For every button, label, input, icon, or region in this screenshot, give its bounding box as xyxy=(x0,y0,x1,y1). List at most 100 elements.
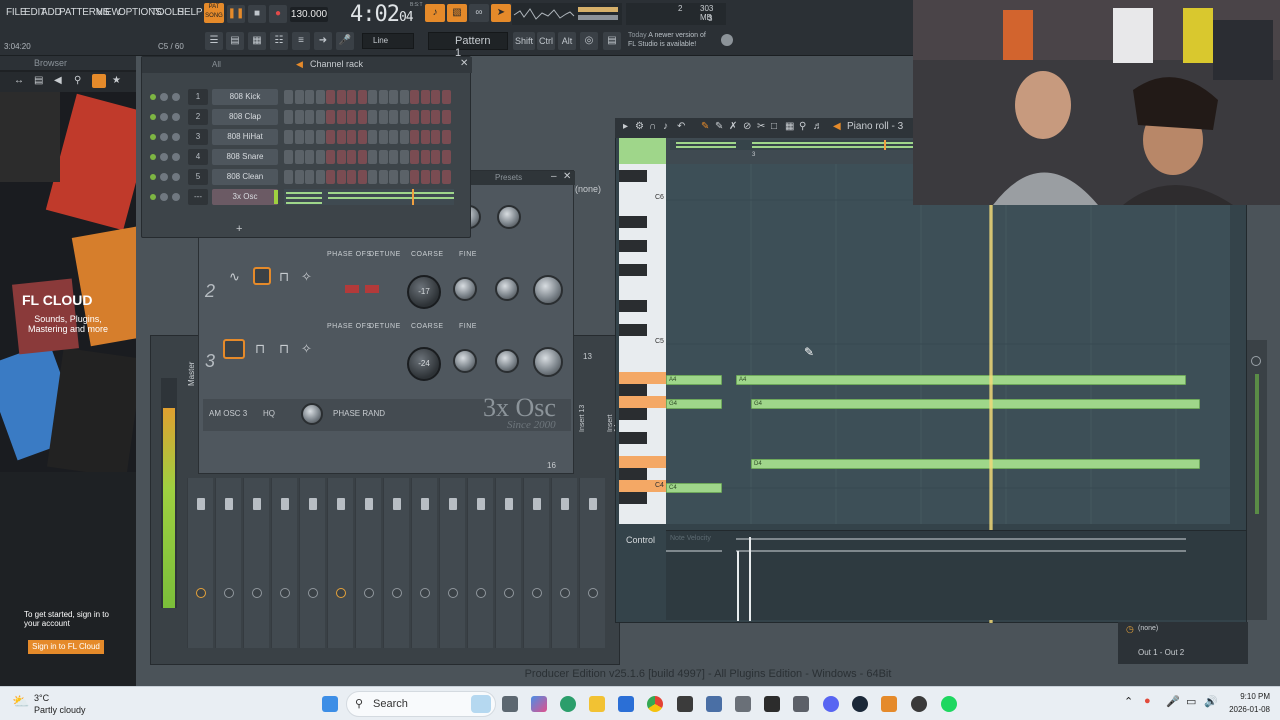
step-button[interactable] xyxy=(399,150,409,164)
step-button[interactable] xyxy=(357,90,367,104)
step-button[interactable] xyxy=(326,150,335,164)
pan-knob[interactable] xyxy=(252,588,262,598)
discord-icon[interactable] xyxy=(823,696,839,712)
step-button[interactable] xyxy=(420,110,430,124)
mixer-track[interactable] xyxy=(299,478,325,648)
step-button[interactable] xyxy=(441,150,451,164)
obs-icon[interactable] xyxy=(911,696,927,712)
weather-icon[interactable]: ⛅ xyxy=(12,693,29,710)
noise-wave-icon[interactable]: ✧ xyxy=(301,269,312,285)
step-edit-icon[interactable]: ▧ xyxy=(447,4,467,22)
step-button[interactable] xyxy=(431,150,440,164)
microphone-icon[interactable]: 🎤 xyxy=(336,32,354,50)
note[interactable]: A4 xyxy=(666,375,722,385)
step-button[interactable] xyxy=(284,90,293,104)
step-button[interactable] xyxy=(284,110,293,124)
volume-fader[interactable] xyxy=(197,498,205,510)
volume-knob-2[interactable] xyxy=(495,277,519,301)
black-key[interactable] xyxy=(619,216,647,228)
hq-label[interactable]: HQ xyxy=(263,409,275,418)
volume-fader[interactable] xyxy=(561,498,569,510)
step-button[interactable] xyxy=(315,110,325,124)
channel-rack-icon[interactable]: ▦ xyxy=(248,32,266,50)
edge-icon[interactable] xyxy=(560,696,576,712)
sine-wave-button[interactable] xyxy=(223,339,245,359)
black-key[interactable] xyxy=(619,264,647,276)
browser-icon[interactable]: ≡ xyxy=(292,32,310,50)
step-button[interactable] xyxy=(410,110,419,124)
step-button[interactable] xyxy=(420,170,430,184)
close-icon[interactable]: ✕ xyxy=(460,58,468,69)
alt-button[interactable]: Alt xyxy=(558,32,576,50)
pan-knob[interactable] xyxy=(392,588,402,598)
undo-icon[interactable]: ◀ xyxy=(54,75,62,86)
step-button[interactable] xyxy=(441,90,451,104)
step-button[interactable] xyxy=(378,130,388,144)
step-button[interactable] xyxy=(326,130,335,144)
step-button[interactable] xyxy=(389,130,398,144)
step-button[interactable] xyxy=(294,90,304,104)
step-button[interactable] xyxy=(357,150,367,164)
pan-knob[interactable] xyxy=(196,588,206,598)
phase-rand-knob[interactable] xyxy=(301,403,323,425)
folder-icon[interactable]: ▤ xyxy=(34,75,43,86)
step-button[interactable] xyxy=(441,130,451,144)
sine-wave-icon[interactable]: ∿ xyxy=(229,269,240,285)
channel-rack-title-bar[interactable]: All ◀ Channel rack ✕ xyxy=(142,57,472,73)
fine-knob-2[interactable] xyxy=(453,277,477,301)
add-channel-icon[interactable]: + xyxy=(236,223,242,235)
black-key[interactable] xyxy=(619,468,647,480)
magnet-icon[interactable]: ∩ xyxy=(649,121,656,132)
copilot-icon[interactable] xyxy=(531,696,547,712)
step-button[interactable] xyxy=(441,110,451,124)
step-button[interactable] xyxy=(357,170,367,184)
step-button[interactable] xyxy=(315,170,325,184)
pan-knob[interactable] xyxy=(588,588,598,598)
record-button[interactable]: ● xyxy=(269,5,287,23)
pan-knob[interactable] xyxy=(336,588,346,598)
fl-studio-icon[interactable] xyxy=(881,696,897,712)
pan-knob[interactable] xyxy=(504,588,514,598)
piano-keyboard[interactable]: C6 C5 C4 xyxy=(619,164,666,524)
menu-help[interactable]: HELP xyxy=(177,7,203,18)
menu-arrow-icon[interactable]: ▸ xyxy=(623,121,628,132)
note[interactable]: A4 xyxy=(736,375,1186,385)
routing-none-label[interactable]: (none) xyxy=(1138,625,1158,632)
fl-cloud-promo-image[interactable]: FL CLOUD Sounds, Plugins, Mastering and … xyxy=(0,92,136,472)
black-key[interactable] xyxy=(619,324,647,336)
volume-fader[interactable] xyxy=(505,498,513,510)
mixer-track[interactable] xyxy=(411,478,437,648)
wait-input-icon[interactable]: ∞ xyxy=(469,4,489,22)
step-button[interactable] xyxy=(431,90,440,104)
undo-icon[interactable]: ↶ xyxy=(677,121,685,132)
taskbar-search[interactable]: ⚲ Search xyxy=(346,691,496,717)
step-button[interactable] xyxy=(410,90,419,104)
highlighted-key[interactable] xyxy=(619,396,666,408)
step-button[interactable] xyxy=(347,170,356,184)
windows-start-icon[interactable] xyxy=(322,696,338,712)
note[interactable]: G4 xyxy=(666,399,722,409)
step-button[interactable] xyxy=(305,130,314,144)
step-button[interactable] xyxy=(347,130,356,144)
pan-knob[interactable] xyxy=(280,588,290,598)
pan-knob[interactable] xyxy=(532,588,542,598)
mixer-track[interactable] xyxy=(467,478,493,648)
browser-title-bar[interactable]: Browser xyxy=(0,56,136,70)
spotify-icon[interactable] xyxy=(941,696,957,712)
note-icon[interactable]: ♪ xyxy=(663,121,668,132)
black-key[interactable] xyxy=(619,240,647,252)
select-icon[interactable]: □ xyxy=(771,121,777,132)
mixer-track[interactable] xyxy=(243,478,269,648)
piano-roll-grid[interactable]: A4 A4 G4 G4 D4 C4 xyxy=(666,164,1230,524)
soundcloud-icon[interactable] xyxy=(92,74,106,88)
step-button[interactable] xyxy=(378,150,388,164)
metronome-icon[interactable]: ♪ xyxy=(425,4,445,22)
channel-name[interactable]: 808 Kick xyxy=(212,89,278,105)
news-panel[interactable]: Today A newer version of FL Studio is av… xyxy=(628,31,728,49)
step-button[interactable] xyxy=(410,150,419,164)
volume-fader[interactable] xyxy=(309,498,317,510)
channel-name[interactable]: 808 Clap xyxy=(212,109,278,125)
task-view-icon[interactable] xyxy=(502,696,518,712)
vpn-icon[interactable] xyxy=(706,696,722,712)
route-knob[interactable] xyxy=(1251,356,1261,366)
